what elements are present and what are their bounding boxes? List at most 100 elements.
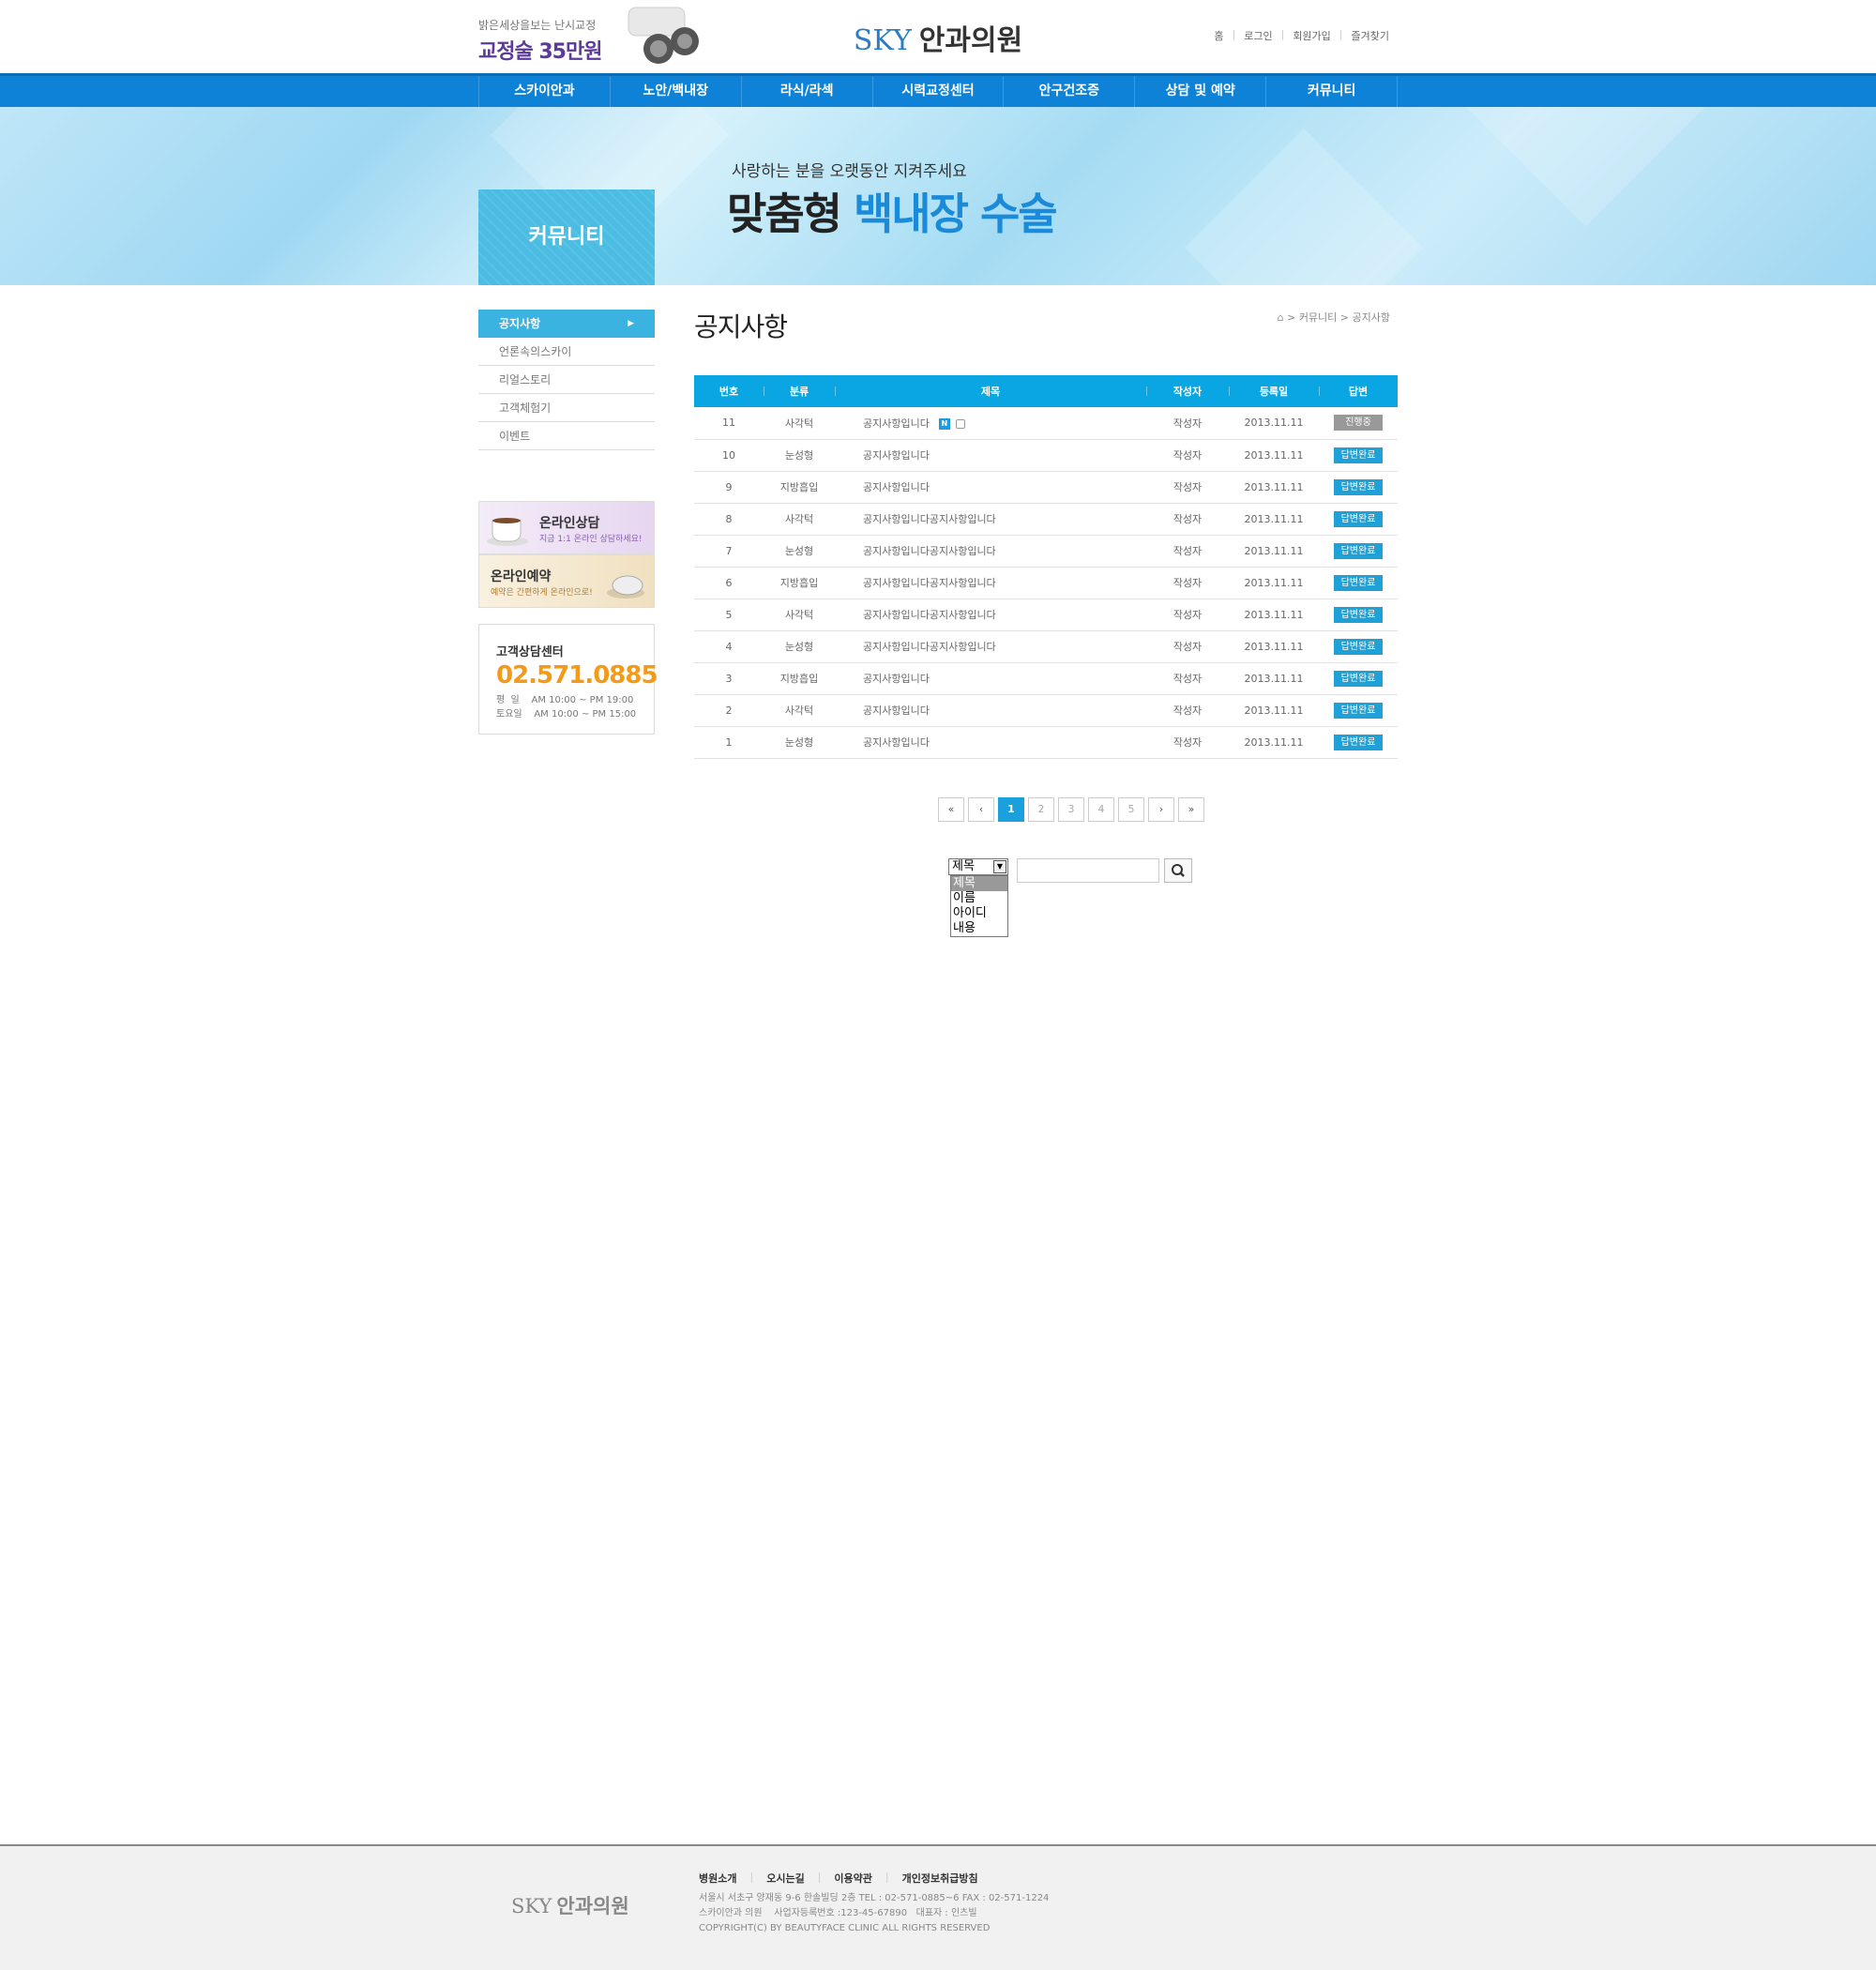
row-title-cell[interactable]: 공지사항입니다 N <box>835 407 1146 440</box>
row-title[interactable]: 공지사항입니다공지사항입니다 <box>863 641 996 653</box>
table-row[interactable]: 1 눈성형 공지사항입니다 작성자 2013.11.11 답변완료 <box>694 726 1398 759</box>
row-title[interactable]: 공지사항입니다 <box>863 417 930 430</box>
last-page-button[interactable]: » <box>1178 797 1204 822</box>
status-badge: 답변완료 <box>1334 542 1383 559</box>
page-button-1[interactable]: 1 <box>998 797 1024 822</box>
option-name[interactable]: 이름 <box>951 891 1007 906</box>
footer-link-about[interactable]: 병원소개 <box>699 1871 749 1886</box>
page-button-2[interactable]: 2 <box>1028 797 1054 822</box>
row-category: 눈성형 <box>764 535 835 568</box>
gnb-item-sky[interactable]: 스카이안과 <box>478 76 611 107</box>
home-icon[interactable]: ⌂ <box>1278 311 1284 324</box>
breadcrumb-item[interactable]: 커뮤니티 <box>1299 311 1337 324</box>
table-row[interactable]: 2 사각턱 공지사항입니다 작성자 2013.11.11 답변완료 <box>694 694 1398 727</box>
row-title-cell[interactable]: 공지사항입니다 <box>835 662 1146 695</box>
option-content[interactable]: 내용 <box>951 921 1007 936</box>
row-title-cell[interactable]: 공지사항입니다공지사항입니다 <box>835 630 1146 663</box>
row-title[interactable]: 공지사항입니다공지사항입니다 <box>863 513 996 525</box>
prev-page-button[interactable]: ‹ <box>968 797 994 822</box>
hero-visual: 사랑하는 분을 오랫동안 지켜주세요 맞춤형 백내장 수술 <box>0 107 1876 285</box>
row-title[interactable]: 공지사항입니다 <box>863 449 930 462</box>
row-title[interactable]: 공지사항입니다 <box>863 705 930 717</box>
row-date: 2013.11.11 <box>1229 567 1319 599</box>
call-center-hours: 평 일 AM 10:00 ~ PM 19:00 토요일 AM 10:00 ~ P… <box>496 693 654 721</box>
gnb-item-community[interactable]: 커뮤니티 <box>1266 76 1399 107</box>
sidebar-item-reviews[interactable]: 고객체험기 <box>478 394 655 422</box>
utility-menu: 홈 | 로그인 | 회원가입 | 즐겨찾기 <box>1205 28 1398 43</box>
table-row[interactable]: 8 사각턱 공지사항입니다공지사항입니다 작성자 2013.11.11 답변완료 <box>694 503 1398 536</box>
option-title[interactable]: 제목 <box>951 876 1007 891</box>
row-writer: 작성자 <box>1146 535 1229 568</box>
row-title-cell[interactable]: 공지사항입니다공지사항입니다 <box>835 503 1146 536</box>
row-title-cell[interactable]: 공지사항입니다공지사항입니다 <box>835 567 1146 599</box>
page-button-4[interactable]: 4 <box>1088 797 1114 822</box>
row-title[interactable]: 공지사항입니다 <box>863 481 930 493</box>
status-badge: 진행중 <box>1334 415 1383 432</box>
row-writer: 작성자 <box>1146 407 1229 440</box>
row-title-cell[interactable]: 공지사항입니다공지사항입니다 <box>835 535 1146 568</box>
util-join-link[interactable]: 회원가입 <box>1284 28 1339 43</box>
gnb-item-reservation[interactable]: 상담 및 예약 <box>1135 76 1267 107</box>
col-header-writer: 작성자 <box>1146 375 1229 407</box>
util-home-link[interactable]: 홈 <box>1205 28 1232 43</box>
call-center-phone[interactable]: 02.571.0885 <box>496 661 658 690</box>
gnb-item-lasik[interactable]: 라식/라섹 <box>742 76 873 107</box>
row-category: 사각턱 <box>764 599 835 631</box>
banner-title: 온라인예약 <box>491 569 552 584</box>
decor-shape <box>1465 107 1705 227</box>
sidebar-item-real-story[interactable]: 리얼스토리 <box>478 366 655 394</box>
row-title[interactable]: 공지사항입니다 <box>863 673 930 685</box>
row-title[interactable]: 공지사항입니다공지사항입니다 <box>863 577 996 589</box>
chevron-down-icon[interactable]: ▼ <box>993 860 1006 873</box>
row-title-cell[interactable]: 공지사항입니다 <box>835 439 1146 472</box>
footer-info: 서울시 서초구 양재동 9-6 한솔빌딩 2층 TEL : 02-571-088… <box>699 1891 1049 1936</box>
site-logo[interactable]: SKY 안과의원 <box>0 17 1876 58</box>
table-row[interactable]: 7 눈성형 공지사항입니다공지사항입니다 작성자 2013.11.11 답변완료 <box>694 535 1398 568</box>
gnb-item-dry-eye[interactable]: 안구건조증 <box>1004 76 1136 107</box>
search-field-select[interactable]: 제목 ▼ <box>948 858 1008 875</box>
table-row[interactable]: 9 지방흡입 공지사항입니다 작성자 2013.11.11 답변완료 <box>694 471 1398 504</box>
table-row[interactable]: 11 사각턱 공지사항입니다 N 작성자 2013.11.11 진행중 <box>694 407 1398 440</box>
first-page-button[interactable]: « <box>938 797 964 822</box>
sidebar-item-notice[interactable]: 공지사항 ▶ <box>478 310 655 338</box>
row-title[interactable]: 공지사항입니다공지사항입니다 <box>863 545 996 557</box>
sidebar-item-event[interactable]: 이벤트 <box>478 422 655 450</box>
gnb-item-cataract[interactable]: 노안/백내장 <box>611 76 742 107</box>
global-nav: 스카이안과 노안/백내장 라식/라섹 시력교정센터 안구건조증 상담 및 예약 … <box>0 73 1876 107</box>
gnb-item-vision-center[interactable]: 시력교정센터 <box>873 76 1005 107</box>
status-badge: 답변완료 <box>1334 510 1383 527</box>
next-page-button[interactable]: › <box>1148 797 1174 822</box>
footer-link-directions[interactable]: 오시는길 <box>766 1871 817 1886</box>
status-badge: 답변완료 <box>1334 702 1383 719</box>
table-row[interactable]: 10 눈성형 공지사항입니다 작성자 2013.11.11 답변완료 <box>694 439 1398 472</box>
online-reservation-banner[interactable]: 온라인예약 예약은 간편하게 온라인으로! <box>478 554 655 608</box>
row-title-cell[interactable]: 공지사항입니다 <box>835 471 1146 504</box>
table-row[interactable]: 6 지방흡입 공지사항입니다공지사항입니다 작성자 2013.11.11 답변완료 <box>694 567 1398 599</box>
table-row[interactable]: 5 사각턱 공지사항입니다공지사항입니다 작성자 2013.11.11 답변완료 <box>694 599 1398 631</box>
row-answer-cell: 답변완료 <box>1319 439 1398 472</box>
status-badge: 답변완료 <box>1334 574 1383 591</box>
util-bookmark-link[interactable]: 즐겨찾기 <box>1343 28 1398 43</box>
row-answer-cell: 답변완료 <box>1319 535 1398 568</box>
row-category: 사각턱 <box>764 694 835 727</box>
search-input[interactable] <box>1017 858 1159 883</box>
sidebar-item-press[interactable]: 언론속의스카이 <box>478 338 655 366</box>
footer-link-privacy[interactable]: 개인정보취급방침 <box>902 1871 991 1886</box>
row-title[interactable]: 공지사항입니다 <box>863 736 930 749</box>
row-title-cell[interactable]: 공지사항입니다 <box>835 726 1146 759</box>
option-id[interactable]: 아이디 <box>951 906 1007 921</box>
page-button-3[interactable]: 3 <box>1058 797 1084 822</box>
table-row[interactable]: 3 지방흡입 공지사항입니다 작성자 2013.11.11 답변완료 <box>694 662 1398 695</box>
row-title-cell[interactable]: 공지사항입니다공지사항입니다 <box>835 599 1146 631</box>
online-consult-banner[interactable]: 온라인상담 지금 1:1 온라인 상담하세요! <box>478 501 655 554</box>
footer-link-terms[interactable]: 이용약관 <box>834 1871 885 1886</box>
row-title[interactable]: 공지사항입니다공지사항입니다 <box>863 609 996 621</box>
util-login-link[interactable]: 로그인 <box>1235 28 1280 43</box>
table-row[interactable]: 4 눈성형 공지사항입니다공지사항입니다 작성자 2013.11.11 답변완료 <box>694 630 1398 663</box>
search-button[interactable] <box>1164 858 1192 883</box>
banner-subtitle: 예약은 간편하게 온라인으로! <box>491 588 593 598</box>
footer-menu: 병원소개 | 오시는길 | 이용약관 | 개인정보취급방침 <box>699 1871 991 1886</box>
chevron-right-icon: ▶ <box>628 319 634 328</box>
row-title-cell[interactable]: 공지사항입니다 <box>835 694 1146 727</box>
page-button-5[interactable]: 5 <box>1118 797 1144 822</box>
